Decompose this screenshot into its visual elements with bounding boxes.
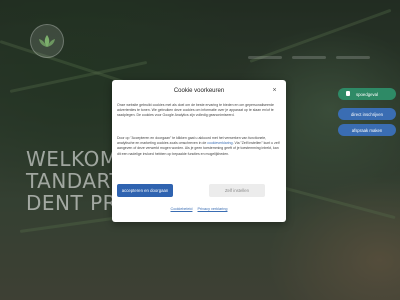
nav-item[interactable] (336, 56, 370, 59)
appointment-label: afspraak maken (351, 127, 383, 133)
close-icon[interactable]: × (271, 87, 278, 94)
appointment-button[interactable]: afspraak maken (338, 124, 396, 136)
emergency-button[interactable]: spoedgeval (338, 88, 396, 100)
cookie-statement-link[interactable]: cookieverklaring (207, 141, 232, 145)
nav-item[interactable] (292, 56, 326, 59)
cookie-intro-text: Onze website gebruikt cookies met als do… (117, 103, 275, 118)
cookie-consent-dialog: Cookie voorkeuren × Onze website gebruik… (112, 80, 286, 222)
accept-button[interactable]: accepteren en doorgaan (117, 184, 173, 197)
main-navigation (248, 56, 370, 59)
register-button[interactable]: direct inschrijven (338, 108, 396, 120)
customize-button[interactable]: Zelf instellen (209, 184, 265, 197)
register-label: direct inschrijven (350, 111, 383, 117)
dialog-footer-links: Cookiebeleid Privacy verklaring (112, 207, 286, 211)
dialog-title: Cookie voorkeuren (173, 88, 225, 94)
phone-icon (346, 91, 350, 96)
lotus-icon (39, 35, 55, 47)
nav-item[interactable] (248, 56, 282, 59)
cookie-policy-link[interactable]: Cookiebeleid (171, 207, 193, 211)
cookie-consent-text: Door op "Accepteren en doorgaan" te klik… (117, 136, 280, 157)
privacy-statement-link[interactable]: Privacy verklaring (198, 207, 228, 211)
emergency-label: spoedgeval (356, 91, 378, 97)
site-logo[interactable] (30, 24, 64, 58)
